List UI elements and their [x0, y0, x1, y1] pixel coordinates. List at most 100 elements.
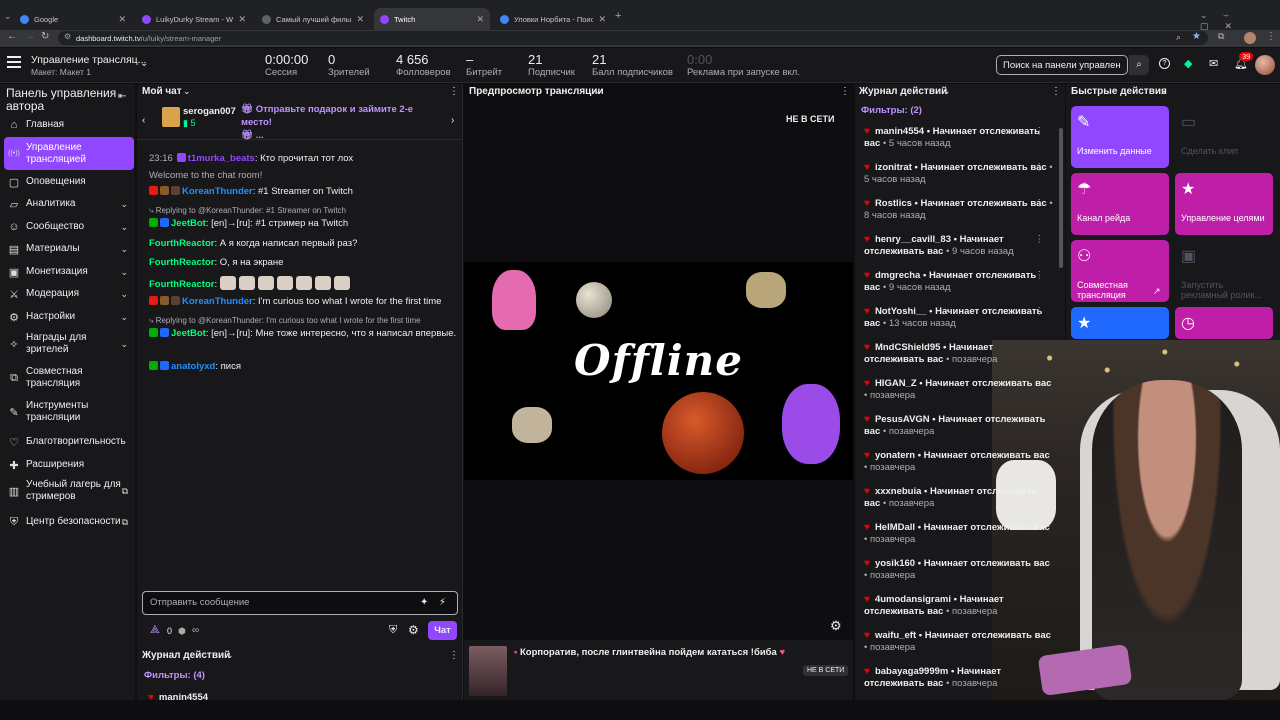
journal-row[interactable]: ♥ HIGAN_Z • Начинает отслеживать вас • по… — [864, 378, 1054, 402]
help-icon[interactable]: ? — [1159, 58, 1170, 69]
forward-icon[interactable]: → — [25, 31, 35, 42]
preview-settings-gear-icon[interactable]: ⚙ — [830, 618, 842, 634]
inbox-icon[interactable]: ✉ — [1209, 57, 1218, 70]
chat-username[interactable]: t1murka_beats — [188, 153, 255, 164]
tab-close-icon[interactable]: ✕ — [238, 14, 246, 25]
tab-close-icon[interactable]: ✕ — [476, 14, 484, 25]
browser-tab[interactable]: LuikyDurky Stream - Watch Li... ✕ — [136, 8, 252, 30]
follower-name[interactable]: yonatern — [875, 450, 915, 461]
preview-chevron-icon[interactable]: ⌄ — [595, 86, 603, 97]
follower-name[interactable]: HIGAN_Z — [875, 378, 917, 389]
journal-row[interactable]: ♥ izonitrat • Начинает отслеживать вас • … — [864, 162, 1054, 186]
search-button[interactable]: ⌕ — [1129, 55, 1149, 75]
tab-search-button[interactable]: ⌄ — [4, 11, 12, 22]
sidebar-item-9[interactable]: ✧ Награды для зрителей ⌄ — [4, 330, 134, 358]
next-arrow-icon[interactable]: › — [451, 115, 454, 126]
stream-thumbnail[interactable] — [469, 646, 507, 696]
quick-action-0[interactable]: ✎ Изменить данные — [1071, 106, 1169, 168]
new-tab-button[interactable]: + — [615, 10, 621, 22]
sidebar-item-13[interactable]: ✚ Расширения — [4, 454, 134, 476]
sidebar-item-8[interactable]: ⚙ Настройки ⌄ — [4, 306, 134, 328]
sidebar-item-6[interactable]: ▣ Монетизация ⌄ — [4, 261, 134, 283]
preview-title[interactable]: Предпросмотр трансляции — [469, 86, 604, 97]
journal-row[interactable]: ♥ 4umodansigrami • Начинает отслеживать в… — [864, 594, 1054, 618]
journal-row[interactable]: ♥ NotYoshi__ • Начинает отслеживать вас •… — [864, 306, 1054, 330]
sidebar-item-2[interactable]: ▢ Оповещения — [4, 171, 134, 193]
journal-row[interactable]: ♥ HeIMDall • Начинает отслеживать вас • п… — [864, 522, 1054, 546]
user-avatar[interactable] — [1255, 55, 1275, 75]
lower-journal-menu-icon[interactable]: ⋮ — [449, 650, 459, 661]
browser-tab[interactable]: Самый лучший фильм ✕ — [256, 8, 370, 30]
sidebar-item-10[interactable]: ⧉ Совместная трансляция — [4, 364, 134, 392]
sidebar-item-11[interactable]: ✎ Инструменты трансляции — [4, 398, 134, 426]
quick-action-3[interactable]: ★ Управление целями — [1175, 173, 1273, 235]
chat-username[interactable]: FourthReactor — [149, 257, 214, 268]
journal-filters[interactable]: Фильтры: (2) — [861, 105, 922, 116]
journal-menu-icon[interactable]: ⋮ — [1051, 86, 1061, 97]
lower-journal-chevron-icon[interactable]: ⌄ — [226, 650, 234, 661]
dashboard-search-input[interactable]: Поиск на панели управлен — [996, 55, 1128, 75]
follower-name[interactable]: NotYoshi__ — [875, 306, 927, 317]
hamburger-menu-icon[interactable] — [7, 56, 21, 68]
browser-tab[interactable]: Уловки Норбита - Поиск в Go... ✕ — [494, 8, 612, 30]
follower-name[interactable]: manin4554 — [875, 126, 924, 137]
follower-name[interactable]: henry__cavill_83 — [875, 234, 951, 245]
sidebar-item-4[interactable]: ☺ Сообщество ⌄ — [4, 216, 134, 238]
quick-actions-title[interactable]: Быстрые действия — [1071, 86, 1167, 97]
quick-action-7[interactable]: ◷ — [1175, 307, 1273, 339]
chat-menu-icon[interactable]: ⋮ — [449, 86, 459, 97]
sidebar-item-12[interactable]: ♡ Благотворительность — [4, 431, 134, 453]
channel-points-icon[interactable]: ⟁ — [150, 624, 160, 637]
follower-name[interactable]: PesusAVGN — [875, 414, 930, 425]
sidebar-item-7[interactable]: ⚔ Модерация ⌄ — [4, 283, 134, 305]
quick-action-5[interactable]: ▣ Запустить рекламный ролик... — [1175, 240, 1273, 302]
follower-name[interactable]: MndCShield95 — [875, 342, 940, 353]
url-field[interactable]: dashboard.twitch.tv/u/luiky/stream-manag… — [58, 31, 1208, 45]
chat-title[interactable]: Мой чат — [142, 86, 182, 97]
chat-username[interactable]: JeetBot — [171, 218, 206, 229]
journal-row[interactable]: ♥ manin4554 • Начинает отслеживать вас • … — [864, 126, 1054, 150]
row-menu-icon[interactable]: ⋮ — [1035, 270, 1045, 282]
journal-row[interactable]: ♥ babayaga9999m • Начинает отслеживать ва… — [864, 666, 1054, 690]
follower-name[interactable]: dmgrecha — [875, 270, 920, 281]
chat-username[interactable]: JeetBot — [171, 328, 206, 339]
follower-name[interactable]: HeIMDall — [875, 522, 915, 533]
follower-name[interactable]: waifu_eft — [875, 630, 916, 641]
chat-input[interactable]: Отправить сообщение — [142, 591, 458, 615]
follower-name[interactable]: 4umodansigrami — [875, 594, 951, 605]
follower-name[interactable]: Rostlics — [875, 198, 912, 209]
browser-tab[interactable]: Twitch ✕ — [374, 8, 490, 30]
chat-settings-gear-icon[interactable]: ⚙ — [408, 623, 419, 637]
row-menu-icon[interactable]: ⋮ — [1035, 162, 1045, 174]
journal-scrollbar[interactable] — [1059, 128, 1063, 268]
gift-cta-text[interactable]: 🎁︎ Отправьте подарок и займите 2-е место… — [241, 103, 441, 142]
follower-name[interactable]: babayaga9999m — [875, 666, 948, 677]
journal-row[interactable]: ♥ dmgrecha • Начинает отслеживать вас • 9… — [864, 270, 1054, 294]
lower-journal-filters[interactable]: Фильтры: (4) — [144, 670, 205, 681]
row-menu-icon[interactable]: ⋮ — [1035, 126, 1045, 138]
reload-icon[interactable]: ↻ — [41, 31, 49, 42]
quick-actions-chevron-icon[interactable]: ⌄ — [1160, 86, 1168, 97]
bits-icon[interactable]: ◆ — [1184, 57, 1192, 70]
journal-row[interactable]: ♥ PesusAVGN • Начинает отслеживать вас • … — [864, 414, 1054, 438]
chat-username[interactable]: anatolyxd — [171, 361, 215, 372]
collapse-sidebar-icon[interactable]: ⇤ — [118, 91, 126, 102]
row-menu-icon[interactable]: ⋮ — [1035, 198, 1045, 210]
sidebar-item-5[interactable]: ▤ Материалы ⌄ — [4, 238, 134, 260]
back-icon[interactable]: ← — [7, 31, 17, 42]
site-info-icon[interactable]: ⚙ — [64, 32, 71, 41]
bits-chat-icon[interactable]: ⚡︎ — [439, 597, 446, 608]
quick-action-2[interactable]: ☂ Канал рейда — [1071, 173, 1169, 235]
journal-row[interactable]: ♥ xxxnebuia • Начинает отслеживать вас • … — [864, 486, 1054, 510]
sidebar-item-0[interactable]: ⌂ Главная — [4, 114, 134, 136]
layout-chevron-down-icon[interactable]: ⌄ — [140, 58, 148, 69]
journal-row[interactable]: ♥ waifu_eft • Начинает отслеживать вас • … — [864, 630, 1054, 654]
journal-title[interactable]: Журнал действий — [859, 86, 947, 97]
follower-name[interactable]: yosik160 — [875, 558, 915, 569]
extensions-icon[interactable]: ⧉ — [1218, 31, 1224, 42]
tab-close-icon[interactable]: ✕ — [356, 14, 364, 25]
stream-title-text[interactable]: • Корпоратив, после глинтвейна пойдем ка… — [514, 647, 794, 658]
journal-row[interactable]: ♥ henry__cavill_83 • Начинает отслеживать… — [864, 234, 1054, 258]
quick-action-6[interactable]: ★ — [1071, 307, 1169, 339]
mod-shield-icon[interactable]: ⛨ — [389, 624, 397, 637]
